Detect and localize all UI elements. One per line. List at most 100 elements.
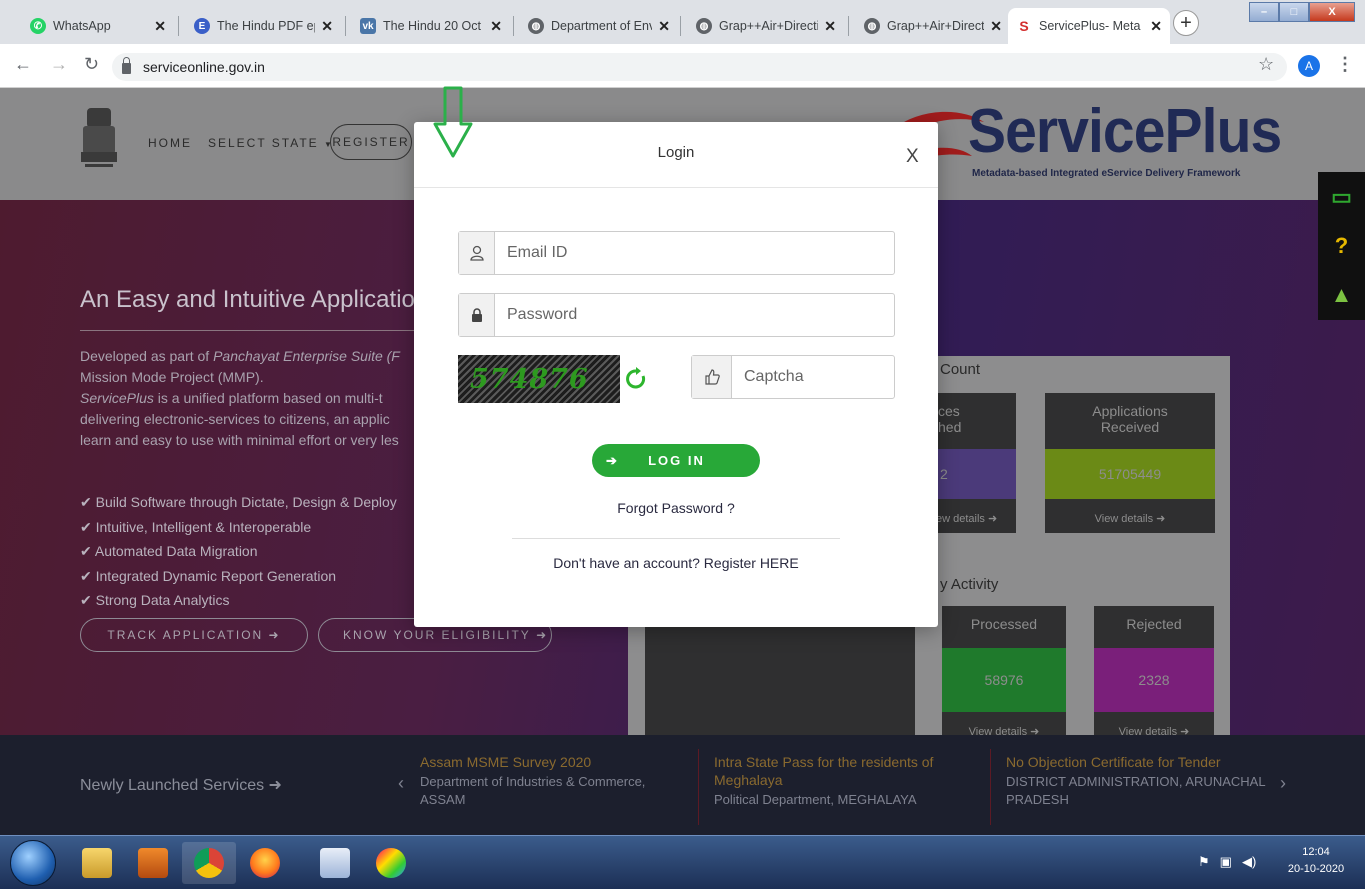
help-icon[interactable]: ? [1318, 221, 1365, 270]
hero-text: Mission Mode Project (MMP). [80, 369, 264, 385]
hero-text: is a unified platform based on multi-t [153, 390, 383, 406]
taskbar-paint[interactable] [364, 842, 418, 884]
tab-grap-2[interactable]: ◍ Grap++Air+Directi ✕ [856, 8, 1010, 44]
reload-icon[interactable]: ↻ [84, 54, 99, 75]
taskbar-media-player[interactable] [126, 842, 180, 884]
address-bar[interactable]: serviceonline.gov.in [112, 53, 1287, 81]
minimize-button[interactable]: – [1249, 2, 1279, 22]
newly-launched-title[interactable]: Newly Launched Services ➜ [80, 775, 282, 795]
arrow-circle-icon: ➜ [268, 628, 281, 642]
globe-icon: ◍ [528, 18, 544, 34]
password-input[interactable] [495, 294, 894, 336]
applications-received-card: Applications Received 51705449 View deta… [1045, 393, 1215, 533]
start-button[interactable] [10, 840, 56, 886]
tab-title: ServicePlus- Meta [1039, 19, 1141, 33]
track-application-button[interactable]: TRACK APPLICATION ➜ [80, 618, 308, 652]
back-icon[interactable]: ← [14, 54, 32, 75]
ticker-next-icon[interactable]: › [1280, 773, 1286, 794]
tab-close-icon[interactable]: ✕ [490, 18, 502, 35]
tab-separator [178, 16, 179, 36]
lock-icon [459, 294, 495, 336]
word-icon [320, 848, 350, 878]
android-icon[interactable]: ▲ [1318, 270, 1365, 319]
ticker-item-title: Intra State Pass for the residents of Me… [714, 754, 934, 788]
captcha-image: 574876 [458, 355, 620, 403]
clock-date: 20-10-2020 [1287, 863, 1345, 875]
taskbar-chrome[interactable] [182, 842, 236, 884]
close-window-button[interactable]: X [1309, 2, 1355, 22]
track-application-label: TRACK APPLICATION [107, 628, 264, 642]
feature-list: Build Software through Dictate, Design &… [80, 490, 397, 613]
forward-icon[interactable]: → [50, 54, 68, 75]
ticker-separator [990, 749, 991, 825]
captcha-code: 574876 [470, 363, 589, 395]
ticker-item-title: Assam MSME Survey 2020 [420, 754, 592, 770]
nav-select-state[interactable]: SELECT STATE ▼ [208, 136, 332, 150]
maximize-button[interactable]: □ [1279, 2, 1309, 22]
system-tray: ⚑ ▣ ◀) [1198, 854, 1256, 870]
taskbar-clock[interactable]: 12:04 20-10-2020 [1280, 844, 1352, 878]
clock-time: 12:04 [1302, 846, 1330, 858]
taskbar-firefox[interactable] [238, 842, 292, 884]
nav-select-state-label: SELECT STATE [208, 136, 319, 150]
tab-title: The Hindu 20 Oct 2 [383, 19, 485, 33]
nav-home[interactable]: HOME [148, 136, 192, 150]
login-button[interactable]: ➔ LOG IN [592, 444, 760, 477]
feature-item: Build Software through Dictate, Design &… [80, 490, 397, 515]
applications-received-view-details[interactable]: View details ➜ [1045, 512, 1215, 525]
ticker-item[interactable]: Assam MSME Survey 2020 Department of Ind… [420, 753, 688, 809]
nav-register-button[interactable]: REGISTER [330, 124, 412, 160]
register-here-link[interactable]: Don't have an account? Register HERE [414, 555, 938, 571]
ticker-separator [698, 749, 699, 825]
ticker-prev-icon[interactable]: ‹ [398, 773, 404, 794]
ticker-item-dept: DISTRICT ADMINISTRATION, ARUNACHAL PRADE… [1006, 774, 1266, 807]
hero-divider [80, 330, 420, 331]
lock-icon [122, 57, 131, 74]
close-icon[interactable]: X [906, 146, 919, 168]
activity-heading: y Activity [940, 576, 999, 593]
tab-grap-1[interactable]: ◍ Grap++Air+Directi ✕ [688, 8, 844, 44]
tab-close-icon[interactable]: ✕ [154, 18, 166, 35]
tab-serviceplus[interactable]: S ServicePlus- Meta ✕ [1008, 8, 1170, 44]
serviceplus-icon: S [1016, 18, 1032, 34]
rejected-label: Rejected [1126, 616, 1182, 632]
email-input[interactable] [495, 232, 894, 274]
flag-icon[interactable]: ⚑ [1198, 854, 1210, 870]
tab-close-icon[interactable]: ✕ [321, 18, 333, 35]
hero-text-italic: Panchayat Enterprise Suite (F [213, 348, 400, 364]
volume-icon[interactable]: ◀) [1242, 854, 1256, 870]
new-tab-button[interactable]: + [1173, 10, 1199, 36]
taskbar-word[interactable] [308, 842, 362, 884]
tab-close-icon[interactable]: ✕ [990, 18, 1002, 35]
tab-hindu-20-oct[interactable]: vk The Hindu 20 Oct 2 ✕ [352, 8, 510, 44]
bookmark-star-icon[interactable]: ☆ [1258, 54, 1274, 75]
captcha-input[interactable] [732, 356, 951, 398]
refresh-captcha-icon[interactable] [626, 367, 646, 391]
tab-department-env[interactable]: ◍ Department of Env ✕ [520, 8, 678, 44]
modal-divider [512, 538, 840, 539]
menu-kebab-icon[interactable]: ⋮ [1336, 54, 1354, 75]
ticker-item[interactable]: No Objection Certificate for Tender DIST… [1006, 753, 1268, 809]
globe-icon: ◍ [696, 18, 712, 34]
serviceplus-tagline: Metadata-based Integrated eService Deliv… [972, 168, 1241, 179]
tab-close-icon[interactable]: ✕ [1150, 18, 1162, 35]
network-icon[interactable]: ▣ [1220, 854, 1232, 870]
taskbar: ⚑ ▣ ◀) 12:04 20-10-2020 [0, 835, 1365, 889]
tab-close-icon[interactable]: ✕ [658, 18, 670, 35]
hero-title: An Easy and Intuitive Application [80, 286, 429, 313]
forgot-password-link[interactable]: Forgot Password ? [414, 500, 938, 516]
feature-item: Automated Data Migration [80, 539, 397, 564]
tab-whatsapp[interactable]: ✆ WhatsApp ✕ [22, 8, 174, 44]
tab-close-icon[interactable]: ✕ [824, 18, 836, 35]
rejected-value: 2328 [1094, 648, 1214, 712]
taskbar-explorer[interactable] [70, 842, 124, 884]
ticker-item-dept: Department of Industries & Commerce, ASS… [420, 774, 646, 807]
profile-avatar[interactable]: A [1298, 55, 1320, 77]
monitor-icon[interactable]: ▭ [1318, 172, 1365, 221]
ticker-item[interactable]: Intra State Pass for the residents of Me… [714, 753, 976, 809]
tab-title: Department of Env [551, 19, 653, 33]
arrow-circle-icon: ➜ [536, 628, 549, 642]
tab-hindu-pdf[interactable]: E The Hindu PDF epa ✕ [186, 8, 341, 44]
hero-text-italic: ServicePlus [80, 390, 154, 406]
thumbs-up-icon [692, 356, 732, 398]
